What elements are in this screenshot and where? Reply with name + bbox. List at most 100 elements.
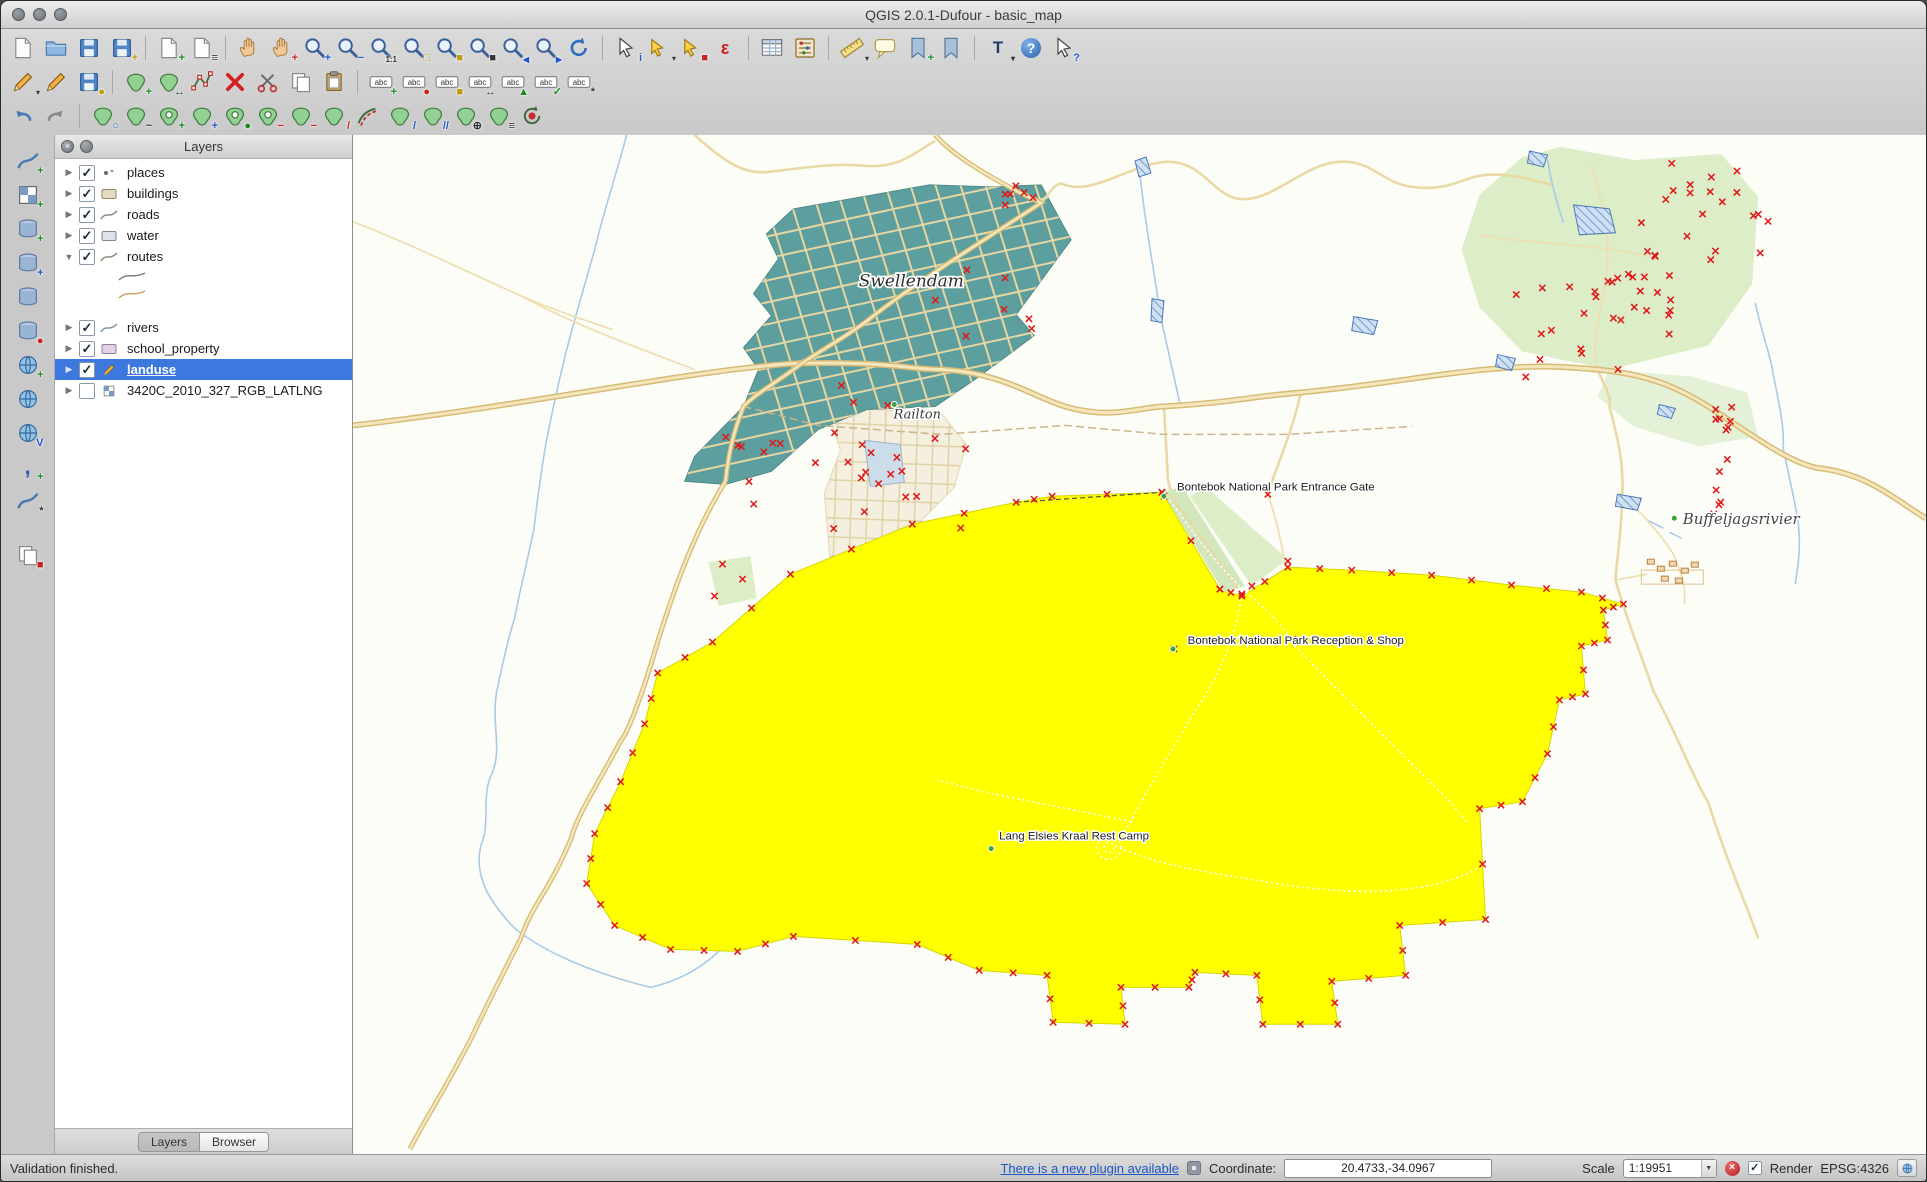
new-project-button[interactable] <box>7 32 39 64</box>
crs-status-button[interactable] <box>1897 1159 1917 1177</box>
attribute-table-button[interactable] <box>756 32 788 64</box>
help-button[interactable]: ? <box>1015 32 1047 64</box>
merge-features-button[interactable]: ⊕ <box>450 100 482 132</box>
add-vector-layer-button[interactable]: + <box>12 145 44 177</box>
zoom-last-button[interactable]: ◀ <box>497 32 529 64</box>
routes-symbol-item[interactable] <box>55 267 352 285</box>
fill-ring-button[interactable]: ● <box>219 100 251 132</box>
chevron-down-icon[interactable]: ▼ <box>1701 1160 1716 1177</box>
layer-row-water[interactable]: ▶ ✓ water <box>55 225 352 246</box>
split-features-button[interactable]: / <box>384 100 416 132</box>
label-pin-button[interactable]: ● <box>398 66 430 98</box>
select-features-button[interactable]: ▾ <box>643 32 675 64</box>
layer-row-raster[interactable]: ▶ 3420C_2010_327_RGB_LATLNG <box>55 380 352 401</box>
layer-checkbox[interactable]: ✓ <box>79 249 95 265</box>
zoom-to-selection-button[interactable]: ■ <box>431 32 463 64</box>
simplify-feature-button[interactable]: ~ <box>120 100 152 132</box>
identify-features-button[interactable]: i <box>610 32 642 64</box>
layers-panel-header[interactable]: × Layers <box>55 135 352 159</box>
title-bar[interactable]: QGIS 2.0.1-Dufour - basic_map <box>1 1 1926 29</box>
layer-checkbox[interactable]: ✓ <box>79 165 95 181</box>
expand-arrow-icon[interactable]: ▶ <box>61 230 77 241</box>
pan-map-button[interactable] <box>233 32 265 64</box>
add-mssql-layer-button[interactable] <box>12 281 44 313</box>
tab-layers[interactable]: Layers <box>138 1132 199 1152</box>
layer-row-landuse[interactable]: ▶ ✓ landuse <box>55 359 352 380</box>
collapse-arrow-icon[interactable]: ▼ <box>61 252 77 262</box>
delete-part-button[interactable]: − <box>285 100 317 132</box>
refresh-map-button[interactable] <box>563 32 595 64</box>
expand-arrow-icon[interactable]: ▶ <box>61 167 77 178</box>
expand-arrow-icon[interactable]: ▶ <box>61 322 77 333</box>
deselect-features-button[interactable]: ■ <box>676 32 708 64</box>
label-change-button[interactable]: ✓ <box>530 66 562 98</box>
render-checkbox[interactable]: ✓ <box>1748 1161 1762 1175</box>
merge-attributes-button[interactable]: ≡ <box>483 100 515 132</box>
add-ring-button[interactable]: + <box>153 100 185 132</box>
undo-button[interactable] <box>7 100 39 132</box>
label-move-button[interactable]: ↔ <box>464 66 496 98</box>
coordinate-input[interactable] <box>1284 1159 1492 1178</box>
zoom-out-button[interactable]: − <box>332 32 364 64</box>
zoom-full-button[interactable]: □ <box>398 32 430 64</box>
save-layer-edits-button[interactable]: ● <box>73 66 105 98</box>
tab-browser[interactable]: Browser <box>199 1132 269 1152</box>
select-by-expression-button[interactable]: ε <box>709 32 741 64</box>
layer-row-roads[interactable]: ▶ ✓ roads <box>55 204 352 225</box>
add-postgis-layer-button[interactable]: + <box>12 213 44 245</box>
label-highlight-button[interactable]: ■ <box>431 66 463 98</box>
layer-row-rivers[interactable]: ▶ ✓ rivers <box>55 317 352 338</box>
label-properties-button[interactable]: * <box>563 66 595 98</box>
layer-checkbox[interactable]: ✓ <box>79 186 95 202</box>
add-feature-button[interactable]: + <box>120 66 152 98</box>
routes-symbol-item[interactable] <box>55 285 352 303</box>
paste-features-button[interactable] <box>318 66 350 98</box>
expand-arrow-icon[interactable]: ▶ <box>61 364 77 375</box>
map-tips-button[interactable] <box>869 32 901 64</box>
add-part-button[interactable]: + <box>186 100 218 132</box>
offset-curve-button[interactable] <box>351 100 383 132</box>
zoom-window-button[interactable] <box>54 8 67 21</box>
open-project-button[interactable] <box>40 32 72 64</box>
new-shapefile-layer-button[interactable]: * <box>12 485 44 517</box>
zoom-in-button[interactable]: + <box>299 32 331 64</box>
node-tool-button[interactable] <box>186 66 218 98</box>
composer-manager-button[interactable]: ≡ <box>186 32 218 64</box>
scale-combo[interactable]: 1:19951 ▼ <box>1623 1159 1717 1178</box>
add-spatialite-layer-button[interactable]: + <box>12 247 44 279</box>
move-feature-button[interactable]: ↔ <box>153 66 185 98</box>
copy-features-button[interactable] <box>285 66 317 98</box>
expand-arrow-icon[interactable]: ▶ <box>61 385 77 396</box>
layer-row-buildings[interactable]: ▶ ✓ buildings <box>55 183 352 204</box>
add-raster-layer-button[interactable]: + <box>12 179 44 211</box>
expand-arrow-icon[interactable]: ▶ <box>61 209 77 220</box>
add-delimited-text-layer-button[interactable]: ,+ <box>12 451 44 483</box>
add-oracle-layer-button[interactable]: ● <box>12 315 44 347</box>
show-bookmarks-button[interactable] <box>935 32 967 64</box>
label-rotate-button[interactable]: ▲ <box>497 66 529 98</box>
zoom-native-button[interactable]: 1:1 <box>365 32 397 64</box>
layer-checkbox[interactable]: ✓ <box>79 207 95 223</box>
zoom-to-layer-button[interactable]: ■ <box>464 32 496 64</box>
split-parts-button[interactable]: // <box>417 100 449 132</box>
plugin-update-link[interactable]: There is a new plugin available <box>1000 1161 1179 1176</box>
pan-to-selection-button[interactable]: + <box>266 32 298 64</box>
delete-ring-button[interactable]: − <box>252 100 284 132</box>
add-wms-layer-button[interactable]: + <box>12 349 44 381</box>
new-composer-button[interactable]: + <box>153 32 185 64</box>
layer-row-places[interactable]: ▶ ✓ places <box>55 162 352 183</box>
add-wcs-layer-button[interactable] <box>12 383 44 415</box>
layer-checkbox[interactable]: ✓ <box>79 341 95 357</box>
plugin-icon[interactable] <box>1187 1161 1201 1175</box>
remove-layer-button[interactable]: ■ <box>12 539 44 571</box>
reshape-features-button[interactable]: / <box>318 100 350 132</box>
current-edits-button[interactable]: ▾ <box>7 66 39 98</box>
whats-this-button[interactable]: ? <box>1048 32 1080 64</box>
rotate-feature-button[interactable]: ○ <box>87 100 119 132</box>
rotate-point-symbols-button[interactable] <box>516 100 548 132</box>
save-project-as-button[interactable]: + <box>106 32 138 64</box>
layer-checkbox[interactable]: ✓ <box>79 228 95 244</box>
cut-features-button[interactable] <box>252 66 284 98</box>
expand-arrow-icon[interactable]: ▶ <box>61 188 77 199</box>
add-wfs-layer-button[interactable]: V <box>12 417 44 449</box>
